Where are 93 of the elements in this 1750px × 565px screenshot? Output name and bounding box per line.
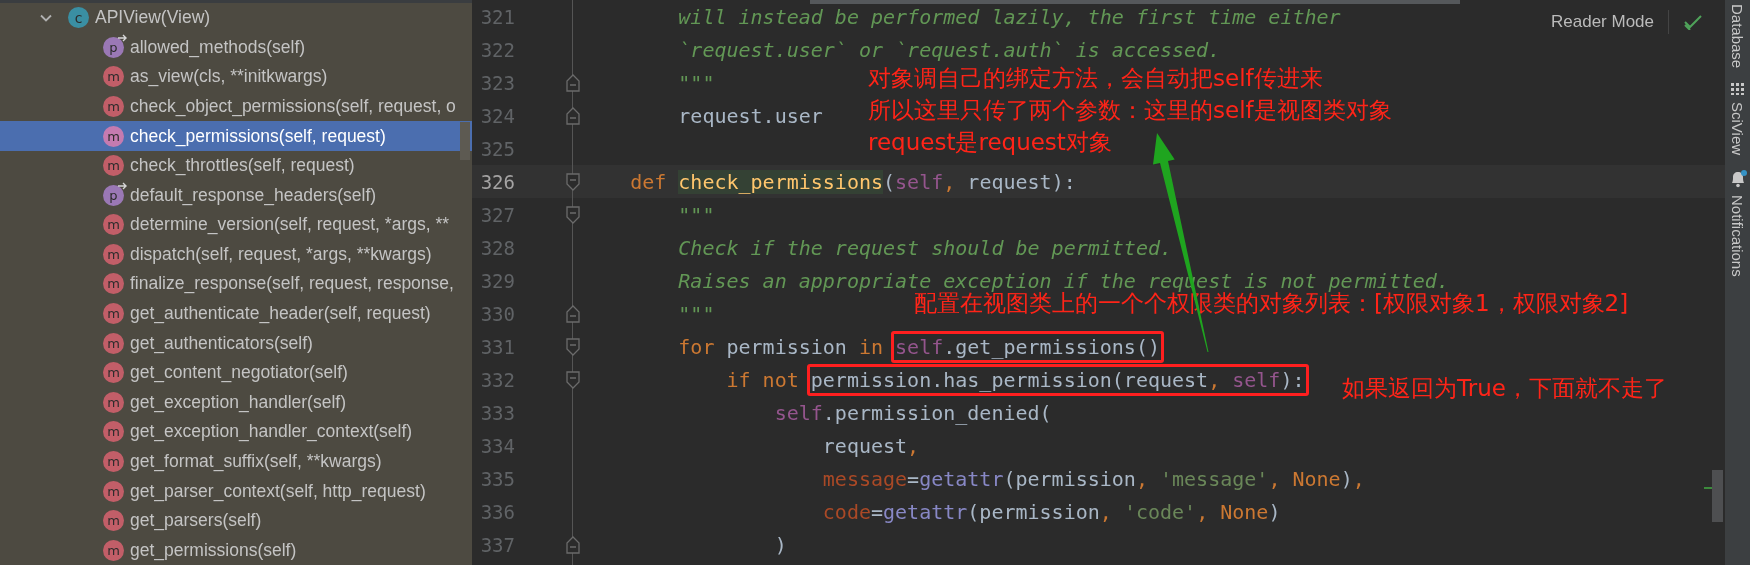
scrollbar-thumb[interactable] [1712, 470, 1723, 522]
tree-item[interactable]: m check_throttles(self, request) [0, 150, 472, 181]
line-number: 326 [479, 170, 515, 193]
annotation-text: 所以这里只传了两个参数：这里的self是视图类对象 [868, 96, 1392, 125]
tool-window-tab[interactable]: Database [1729, 4, 1746, 69]
tree-item[interactable]: m as_view(cls, **initkwargs) [0, 62, 472, 92]
property-icon: p [103, 36, 124, 58]
method-icon: m [103, 96, 124, 117]
method-icon: m [103, 273, 124, 295]
scrollbar-thumb[interactable] [810, 0, 1460, 4]
method-icon: m [103, 303, 124, 325]
line-number: 335 [479, 467, 515, 490]
code-text: self.permission_denied( [774, 400, 1052, 425]
fold-marker-icon[interactable] [566, 370, 580, 389]
method-icon: m [103, 362, 124, 384]
code-text: request.user [678, 103, 823, 128]
line-number: 334 [479, 434, 515, 457]
annotation-text: 对象调自己的绑定方法，会自动把self传进来 [868, 64, 1324, 93]
code-text: request, [822, 433, 920, 458]
code-text: ) [774, 532, 787, 557]
code-text: `request.user` or `request.auth` is accessed. [678, 37, 1221, 62]
method-icon: m [103, 125, 124, 147]
fold-marker-icon[interactable] [566, 205, 580, 224]
line-number: 329 [479, 269, 515, 292]
code-text: if not [726, 367, 800, 392]
method-icon: m [103, 391, 124, 413]
tree-item[interactable]: m get_format_suffix(self, **kwargs) [0, 446, 472, 477]
tree-item[interactable]: m get_authenticators(self) [0, 328, 472, 358]
tree-item[interactable]: m get_authenticate_header(self, request) [0, 298, 472, 329]
tree-item[interactable]: m dispatch(self, request, *args, **kwargs) [0, 239, 472, 270]
highlight-box: self.get_permissions() [891, 330, 1164, 363]
method-icon: m [103, 243, 124, 265]
tree-item[interactable]: p default_response_headers(self) [0, 180, 472, 211]
line-number: 322 [479, 38, 515, 61]
code-text: """ [678, 301, 715, 326]
fold-marker-icon[interactable] [566, 172, 580, 191]
line-number: 325 [479, 137, 515, 160]
line-number: 324 [479, 104, 515, 127]
tree-item[interactable]: m determine_version(self, request, *args, ** [0, 210, 472, 240]
method-icon: m [103, 510, 124, 532]
tree-item[interactable]: m check_permissions(self, request) [0, 121, 472, 151]
method-icon: m [103, 539, 124, 561]
fold-marker-icon[interactable] [566, 304, 580, 323]
method-icon: m [103, 450, 124, 472]
line-number: 331 [479, 335, 515, 358]
tool-window-tab[interactable]: Notifications [1729, 195, 1746, 277]
line-number: 327 [479, 203, 515, 226]
code-text: """ [678, 202, 715, 227]
method-icon: m [103, 421, 124, 443]
line-number: 333 [479, 401, 515, 424]
tree-item[interactable]: m get_parser_context(self, http_request) [0, 476, 472, 506]
line-number: 336 [479, 500, 515, 523]
code-text: will instead be performed lazily, the first time either [678, 4, 1341, 29]
check-icon[interactable] [1683, 14, 1703, 30]
fold-marker-icon[interactable] [566, 106, 580, 125]
code-text: message=getattr(permission, 'message', None), [822, 466, 1365, 491]
highlight-box: permission.has_permission(request, self): [806, 363, 1309, 396]
tree-item[interactable]: m get_exception_handler_context(self) [0, 417, 472, 447]
annotation-text: 如果返回为True，下面就不走了 [1342, 374, 1667, 403]
reader-mode-link[interactable]: Reader Mode [1551, 12, 1654, 32]
class-icon: c [68, 7, 89, 29]
fold-marker-icon[interactable] [566, 535, 580, 554]
tree-item[interactable]: m get_parsers(self) [0, 505, 472, 536]
method-icon: m [103, 66, 124, 88]
tree-item[interactable]: m get_permissions(self) [0, 535, 472, 565]
code-text: for permission in [678, 334, 885, 359]
method-icon: m [103, 480, 124, 502]
property-icon: p [103, 184, 124, 206]
method-icon: m [103, 155, 124, 177]
scrollbar-thumb[interactable] [460, 122, 470, 160]
tree-item[interactable]: m finalize_response(self, request, response, [0, 269, 472, 299]
grid-icon[interactable] [1729, 82, 1746, 97]
code-text: code=getattr(permission, 'code', None) [822, 499, 1281, 524]
line-number: 328 [479, 236, 515, 259]
line-number: 332 [479, 368, 515, 391]
code-text: Check if the request should be permitted. [678, 235, 1172, 260]
fold-marker-icon[interactable] [566, 73, 580, 92]
line-number: 330 [479, 302, 515, 325]
line-number: 337 [479, 533, 515, 556]
tree-item[interactable]: c APIView(View) [0, 3, 472, 33]
method-icon: m [103, 332, 124, 354]
tree-item[interactable]: p allowed_methods(self) [0, 32, 472, 63]
line-number: 323 [479, 71, 515, 94]
tool-window-tab[interactable]: SciView [1729, 102, 1746, 156]
fold-marker-icon[interactable] [566, 337, 580, 356]
tree-item[interactable]: m get_exception_handler(self) [0, 387, 472, 418]
method-icon: m [103, 214, 124, 236]
tree-item[interactable]: m check_object_permissions(self, request, o [0, 91, 472, 122]
code-text: """ [678, 70, 715, 95]
tree-item[interactable]: m get_content_negotiator(self) [0, 357, 472, 388]
code-text: def check_permissions(self, request): [630, 169, 1076, 194]
line-number: 321 [479, 5, 515, 28]
annotation-text: request是request对象 [868, 128, 1113, 157]
